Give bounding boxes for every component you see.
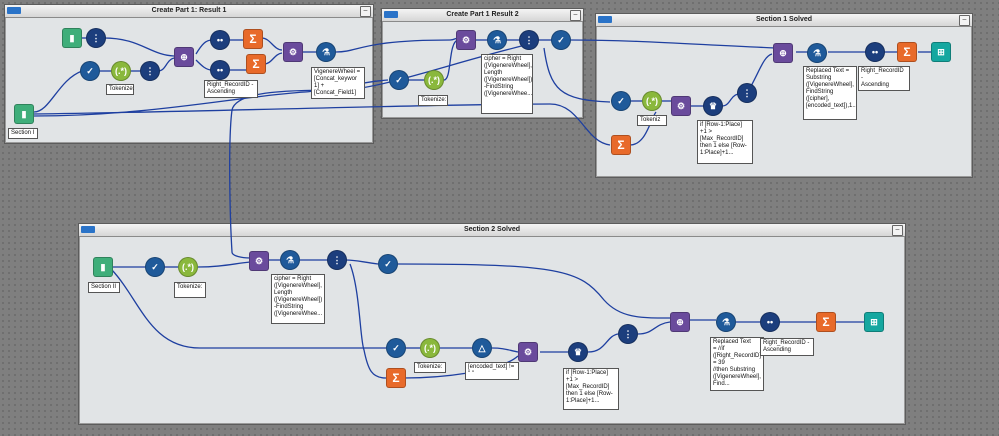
formula-icon[interactable]: ⚗ [716,312,736,332]
select-icon[interactable]: ⋮ [86,28,106,48]
sort-icon[interactable]: •• [760,312,780,332]
check-icon[interactable]: ✓ [611,91,631,111]
select-icon[interactable]: ⋮ [618,324,638,344]
join-icon[interactable]: ⊕ [670,312,690,332]
label-right-recordid: Right_RecordID - Ascending [204,80,258,98]
container-title: Create Part 1 Result 2 [446,11,519,18]
container-header[interactable]: Create Part 1 Result 2 – [382,9,583,22]
container-collapse-icon[interactable]: – [892,225,903,236]
formula-icon[interactable]: ⚗ [807,43,827,63]
label-right-recordid: Right_RecordID - Ascending [760,338,814,356]
container-title: Create Part 1: Result 1 [151,7,227,14]
append-icon[interactable]: ⚙ [283,42,303,62]
label-if-row-place: if [Row-1:Place] +1 > [Max_RecordID] the… [563,368,619,410]
multi-row-icon[interactable]: ♛ [703,96,723,116]
append-icon[interactable]: ⚙ [671,96,691,116]
append-icon[interactable]: ⚙ [249,251,269,271]
regex-icon[interactable]: (.*) [420,338,440,358]
check-icon[interactable]: ✓ [389,70,409,90]
container-section2-solved[interactable]: Section 2 Solved – [78,223,906,425]
multi-row-icon[interactable]: ♛ [568,342,588,362]
summarize-icon[interactable]: Σ [246,54,266,74]
select-icon[interactable]: ⋮ [327,250,347,270]
sort-icon[interactable]: •• [865,42,885,62]
summarize-icon[interactable]: Σ [386,368,406,388]
container-header[interactable]: Section 1 Solved – [596,14,972,27]
label-tokenize: Tokeniz [637,115,667,126]
formula-icon[interactable]: ⚗ [316,42,336,62]
check-icon[interactable]: ✓ [551,30,571,50]
label-tokenize: Tokenize: [418,95,448,106]
container-title: Section 1 Solved [755,16,813,23]
summarize-icon[interactable]: Σ [611,135,631,155]
check-icon[interactable]: ✓ [386,338,406,358]
select-icon[interactable]: ⋮ [737,83,757,103]
container-collapse-icon[interactable]: – [360,6,371,17]
container-header[interactable]: Section 2 Solved – [79,224,905,237]
label-tokenize: Tokenize: [414,362,446,373]
summarize-icon[interactable]: Σ [897,42,917,62]
select-icon[interactable]: ⋮ [519,30,539,50]
check-icon[interactable]: ✓ [378,254,398,274]
append-icon[interactable]: ⚙ [518,342,538,362]
summarize-icon[interactable]: Σ [243,29,263,49]
formula-icon[interactable]: ⚗ [280,250,300,270]
label-replaced-text: Replaced Text = //if ([Right_RecordID] =… [710,337,764,391]
regex-icon[interactable]: (.*) [111,61,131,81]
container-collapse-icon[interactable]: – [959,15,970,26]
browse-icon[interactable]: ⊞ [931,42,951,62]
book-icon[interactable]: ▮ [62,28,82,48]
join-icon[interactable]: ⊕ [174,47,194,67]
container-header[interactable]: Create Part 1: Result 1 – [5,5,373,18]
filter-icon[interactable]: △ [472,338,492,358]
label-encoded-text: [encoded_text] != " " [465,362,519,380]
summarize-icon[interactable]: Σ [816,312,836,332]
label-cipher: cipher = Right ([VigenereWheel], Length … [481,54,533,114]
join-icon[interactable]: ⊕ [773,43,793,63]
select-icon[interactable]: ⋮ [140,61,160,81]
label-if-row-place: if [Row-1:Place] +1 > [Max_RecordID] the… [697,120,753,164]
label-section-i: Section I [8,128,38,139]
book-icon[interactable]: ▮ [14,104,34,124]
formula-icon[interactable]: ⚗ [487,30,507,50]
label-tokenize: Tokenize: [106,84,134,95]
append-icon[interactable]: ⚙ [456,30,476,50]
label-section-ii: Section II [88,282,120,293]
regex-icon[interactable]: (.*) [424,70,444,90]
check-icon[interactable]: ✓ [80,61,100,81]
regex-icon[interactable]: (.*) [642,91,662,111]
regex-icon[interactable]: (.*) [178,257,198,277]
sort-icon[interactable]: •• [210,30,230,50]
label-cipher: cipher = Right ([VigenereWheel], Length … [271,274,325,324]
label-vigenere-wheel: VigenereWheel = [Concat_keywor 1] + [Con… [311,67,365,99]
book-icon[interactable]: ▮ [93,257,113,277]
label-tokenize: Tokenize: [174,282,206,298]
sort-icon[interactable]: •• [210,60,230,80]
container-collapse-icon[interactable]: – [570,10,581,21]
check-icon[interactable]: ✓ [145,257,165,277]
container-title: Section 2 Solved [463,226,521,233]
label-replaced-text: Replaced Text = Substring ([VigenereWhee… [803,66,857,120]
label-right-recordid: Right_RecordID - Ascending [858,66,910,91]
browse-icon[interactable]: ⊞ [864,312,884,332]
